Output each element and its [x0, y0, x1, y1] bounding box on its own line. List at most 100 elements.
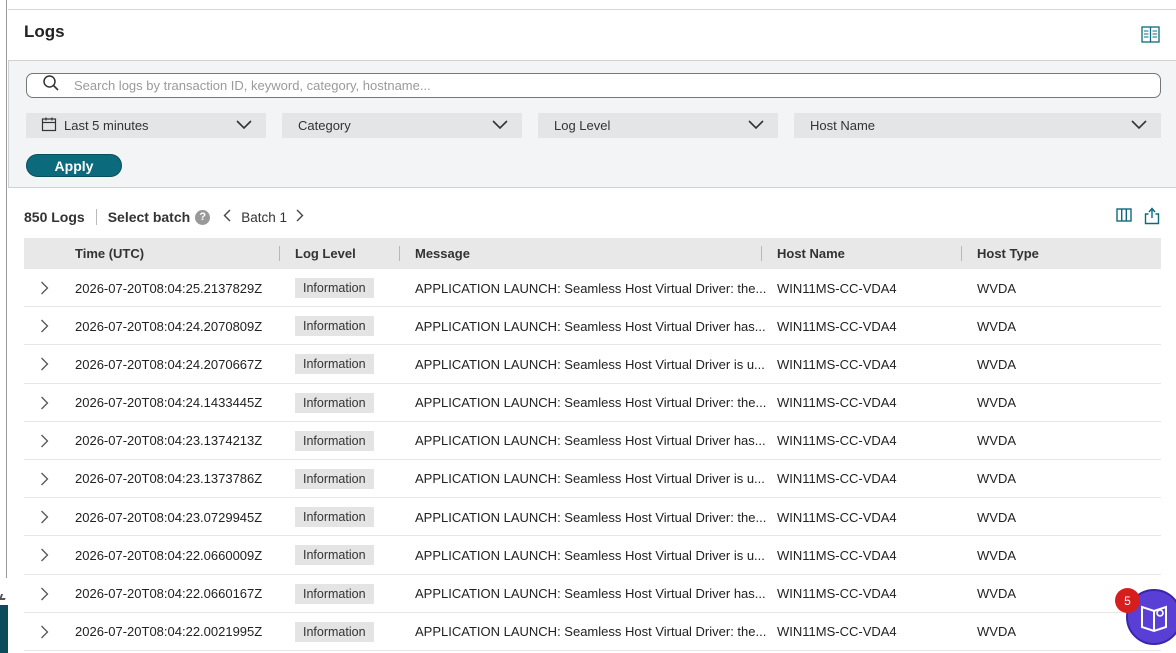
page-header: Logs: [24, 22, 65, 42]
cell-message: APPLICATION LAUNCH: Seamless Host Virtua…: [415, 280, 767, 296]
table-row[interactable]: 2026-07-20T08:04:23.0729945Z Information A…: [24, 498, 1161, 537]
cell-host-type: WVDA: [977, 395, 1016, 411]
cell-host-type: WVDA: [977, 471, 1016, 487]
chevron-right-icon[interactable]: [40, 384, 49, 422]
chevron-right-icon[interactable]: [40, 307, 49, 345]
cell-time: 2026-07-20T08:04:23.0729945Z: [75, 509, 263, 525]
cell-message: APPLICATION LAUNCH: Seamless Host Virtua…: [415, 471, 765, 487]
log-level-dropdown[interactable]: Log Level: [538, 113, 778, 138]
chevron-right-icon[interactable]: [296, 209, 304, 225]
cell-host-name: WIN11MS-CC-VDA4: [777, 433, 897, 449]
chevron-down-icon: [1131, 119, 1147, 134]
cell-host-type: WVDA: [977, 280, 1016, 296]
log-level-badge: Information: [295, 583, 374, 604]
chevron-down-icon: [492, 119, 508, 134]
apply-button[interactable]: Apply: [26, 154, 122, 177]
filter-panel: Last 5 minutes Category Log Level Host N…: [8, 60, 1176, 188]
table-row[interactable]: 2026-07-20T08:04:25.2137829Z Information A…: [24, 269, 1161, 308]
time-range-value: Last 5 minutes: [64, 118, 149, 133]
cell-host-name: WIN11MS-CC-VDA4: [777, 395, 897, 411]
cell-log-level: Information: [295, 384, 374, 422]
column-divider[interactable]: [279, 246, 280, 261]
cell-host-name: WIN11MS-CC-VDA4: [777, 624, 897, 640]
table-row[interactable]: 2026-07-20T08:04:22.0660009Z Information A…: [24, 536, 1161, 575]
cell-host-type: WVDA: [977, 509, 1016, 525]
select-batch-label: Select batch: [107, 209, 191, 225]
cell-message: APPLICATION LAUNCH: Seamless Host Virtua…: [415, 318, 766, 334]
category-value: Category: [298, 118, 351, 133]
cell-message: APPLICATION LAUNCH: Seamless Host Virtua…: [415, 624, 767, 640]
guide-book-icon[interactable]: [1141, 25, 1160, 44]
cell-log-level: Information: [295, 575, 374, 613]
column-divider[interactable]: [399, 246, 400, 261]
log-level-badge: Information: [295, 354, 374, 375]
toolbar-divider: [95, 209, 97, 225]
cell-host-type: WVDA: [977, 356, 1016, 372]
top-divider: [8, 9, 1176, 10]
log-level-badge: Information: [295, 392, 374, 413]
chevron-right-icon[interactable]: [40, 269, 49, 307]
host-name-dropdown[interactable]: Host Name: [794, 113, 1161, 138]
cell-host-name: WIN11MS-CC-VDA4: [777, 509, 897, 525]
notification-badge: 5: [1115, 588, 1140, 613]
cell-message: APPLICATION LAUNCH: Seamless Host Virtua…: [415, 586, 766, 601]
chevron-right-icon[interactable]: [40, 498, 49, 536]
column-header-time[interactable]: Time (UTC): [75, 238, 144, 269]
column-divider[interactable]: [761, 246, 762, 261]
export-icon[interactable]: [1144, 207, 1160, 228]
log-level-badge: Information: [295, 507, 374, 528]
category-dropdown[interactable]: Category: [282, 113, 522, 138]
log-count: 850 Logs: [24, 209, 85, 225]
chevron-right-icon[interactable]: [40, 613, 49, 651]
cell-host-name: WIN11MS-CC-VDA4: [777, 356, 897, 372]
log-level-badge: Information: [295, 468, 374, 489]
cell-host-name: WIN11MS-CC-VDA4: [777, 547, 897, 563]
help-icon[interactable]: ?: [195, 209, 211, 225]
cell-host-type: WVDA: [977, 547, 1016, 563]
cell-message: APPLICATION LAUNCH: Seamless Host Virtua…: [415, 356, 765, 372]
collapse-arrow-icon[interactable]: [0, 594, 8, 600]
chevron-right-icon[interactable]: [40, 536, 49, 574]
search-box[interactable]: [26, 73, 1161, 98]
cell-message: APPLICATION LAUNCH: Seamless Host Virtua…: [415, 509, 767, 525]
table-row[interactable]: 2026-07-20T08:04:22.0021995Z Information A…: [24, 613, 1161, 651]
cell-log-level: Information: [295, 460, 374, 498]
host-name-value: Host Name: [810, 118, 876, 133]
chevron-right-icon[interactable]: [40, 422, 49, 460]
column-header-host-name[interactable]: Host Name: [777, 238, 845, 269]
table-row[interactable]: 2026-07-20T08:04:24.2070809Z Information A…: [24, 307, 1161, 346]
chevron-right-icon[interactable]: [40, 460, 49, 498]
cell-time: 2026-07-20T08:04:22.0660009Z: [75, 547, 263, 563]
cell-time: 2026-07-20T08:04:23.1373786Z: [75, 471, 263, 487]
table-row[interactable]: 2026-07-20T08:04:24.2070667Z Information A…: [24, 345, 1161, 384]
chevron-left-icon[interactable]: [223, 209, 231, 225]
cell-log-level: Information: [295, 345, 374, 383]
cell-log-level: Information: [295, 422, 374, 460]
cell-host-name: WIN11MS-CC-VDA4: [777, 586, 897, 601]
table-row[interactable]: 2026-07-20T08:04:22.0660167Z Information A…: [24, 575, 1161, 613]
log-level-value: Log Level: [554, 118, 611, 133]
column-header-message[interactable]: Message: [415, 238, 470, 269]
table-row[interactable]: 2026-07-20T08:04:23.1373786Z Information A…: [24, 460, 1161, 499]
cell-host-name: WIN11MS-CC-VDA4: [777, 471, 897, 487]
cell-time: 2026-07-20T08:04:22.0021995Z: [75, 624, 263, 640]
page-title: Logs: [24, 22, 65, 41]
cell-time: 2026-07-20T08:04:24.1433445Z: [75, 395, 263, 411]
column-header-host-type[interactable]: Host Type: [977, 238, 1039, 269]
calendar-icon: [41, 116, 57, 135]
chevron-right-icon[interactable]: [40, 575, 49, 613]
search-input[interactable]: [74, 78, 1124, 93]
table-row[interactable]: 2026-07-20T08:04:24.1433445Z Information A…: [24, 384, 1161, 422]
column-divider[interactable]: [961, 246, 962, 261]
chevron-right-icon[interactable]: [40, 345, 49, 383]
log-level-badge: Information: [295, 545, 374, 566]
search-icon: [27, 74, 60, 97]
table-row[interactable]: 2026-07-20T08:04:23.1374213Z Information A…: [24, 422, 1161, 460]
time-range-dropdown[interactable]: Last 5 minutes: [26, 113, 266, 138]
log-level-badge: Information: [295, 278, 374, 298]
cell-log-level: Information: [295, 269, 374, 307]
cell-time: 2026-07-20T08:04:24.2070809Z: [75, 318, 263, 334]
columns-icon[interactable]: [1116, 207, 1132, 228]
cell-time: 2026-07-20T08:04:22.0660167Z: [75, 586, 263, 601]
column-header-log-level[interactable]: Log Level: [295, 238, 356, 269]
